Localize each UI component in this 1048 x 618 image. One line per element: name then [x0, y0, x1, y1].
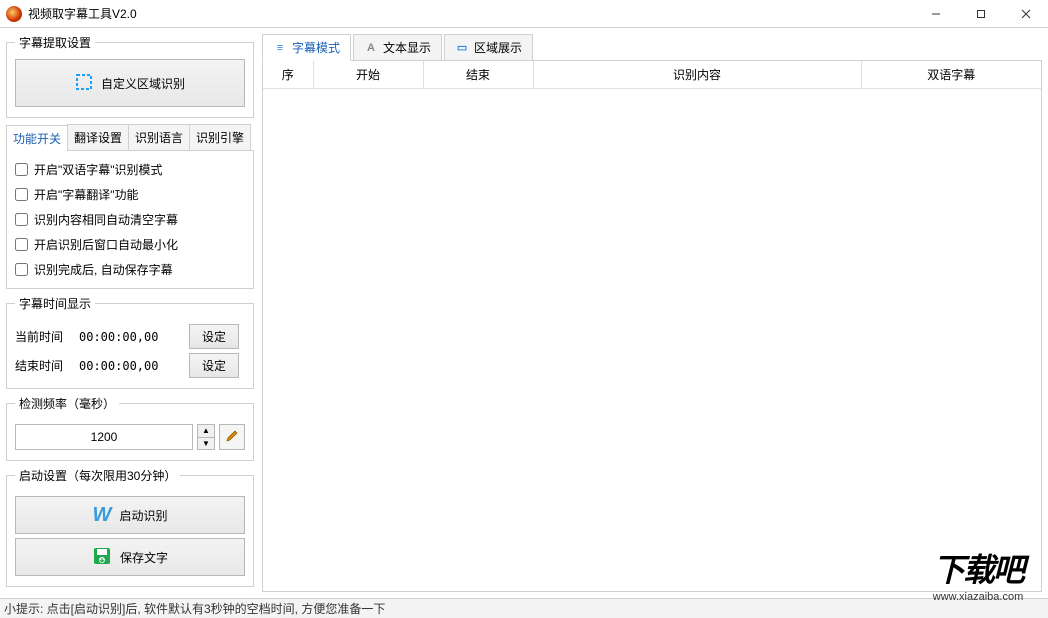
launch-group: 启动设置（每次限用30分钟） W 启动识别 保存文字: [6, 467, 254, 587]
maximize-button[interactable]: [958, 0, 1003, 27]
option-row-1[interactable]: 开启"字幕翻译"功能: [15, 186, 245, 203]
time-display-group: 字幕时间显示 当前时间00:00:00,00设定结束时间00:00:00,00设…: [6, 295, 254, 389]
time-label: 结束时间: [15, 357, 69, 374]
detect-freq-legend: 检测频率（毫秒）: [15, 395, 119, 412]
option-label: 开启识别后窗口自动最小化: [34, 236, 178, 253]
freq-edit-button[interactable]: [219, 424, 245, 450]
time-value: 00:00:00,00: [79, 330, 179, 344]
status-bar: 小提示: 点击[启动识别]后, 软件默认有3秒钟的空档时间, 方便您准备一下: [0, 598, 1048, 618]
option-checkbox-3[interactable]: [15, 238, 28, 251]
view-tab-2[interactable]: ▭ 区域展示: [444, 34, 533, 61]
save-label: 保存文字: [120, 549, 168, 566]
minimize-button[interactable]: [913, 0, 958, 27]
time-set-button-0[interactable]: 设定: [189, 324, 239, 349]
option-label: 识别完成后, 自动保存字幕: [34, 261, 173, 278]
view-tab-0[interactable]: ≡ 字幕模式: [262, 34, 351, 61]
column-header-3[interactable]: 识别内容: [533, 61, 861, 89]
table-body-empty: [263, 89, 1041, 589]
option-row-4[interactable]: 识别完成后, 自动保存字幕: [15, 261, 245, 278]
time-display-legend: 字幕时间显示: [15, 295, 95, 312]
tab-label: 区域展示: [474, 39, 522, 56]
window-title: 视频取字幕工具V2.0: [28, 5, 913, 22]
option-label: 开启"双语字幕"识别模式: [34, 161, 163, 178]
subtitle-table[interactable]: 序开始结束识别内容双语字幕: [262, 60, 1042, 592]
option-checkbox-1[interactable]: [15, 188, 28, 201]
start-label: 启动识别: [119, 507, 167, 524]
start-icon: W: [93, 504, 112, 527]
left-panel: 字幕提取设置 自定义区域识别 功能开关翻译设置识别语言识别引擎 开启"双语字幕"…: [0, 28, 262, 598]
custom-area-label: 自定义区域识别: [101, 75, 185, 92]
tab-icon: ≡: [273, 41, 287, 55]
status-text: 小提示: 点击[启动识别]后, 软件默认有3秒钟的空档时间, 方便您准备一下: [4, 600, 385, 617]
save-text-button[interactable]: 保存文字: [15, 538, 245, 576]
freq-spinner[interactable]: ▲ ▼: [197, 424, 215, 450]
column-header-1[interactable]: 开始: [313, 61, 423, 89]
settings-tab-1[interactable]: 翻译设置: [67, 124, 129, 150]
time-row-1: 结束时间 00:00:00,00 设定: [15, 353, 245, 378]
spin-down-icon[interactable]: ▼: [198, 438, 214, 450]
time-set-button-1[interactable]: 设定: [189, 353, 239, 378]
column-header-4[interactable]: 双语字幕: [861, 61, 1041, 89]
launch-legend: 启动设置（每次限用30分钟）: [15, 467, 180, 484]
start-recognize-button[interactable]: W 启动识别: [15, 496, 245, 534]
extract-settings-group: 字幕提取设置 自定义区域识别: [6, 34, 254, 118]
column-header-2[interactable]: 结束: [423, 61, 533, 89]
custom-area-button[interactable]: 自定义区域识别: [15, 59, 245, 107]
spin-up-icon[interactable]: ▲: [198, 425, 214, 438]
tab-icon: A: [364, 41, 378, 55]
tab-label: 字幕模式: [292, 39, 340, 56]
option-row-3[interactable]: 开启识别后窗口自动最小化: [15, 236, 245, 253]
option-row-2[interactable]: 识别内容相同自动清空字幕: [15, 211, 245, 228]
titlebar: 视频取字幕工具V2.0: [0, 0, 1048, 28]
time-row-0: 当前时间 00:00:00,00 设定: [15, 324, 245, 349]
view-tab-1[interactable]: A 文本显示: [353, 34, 442, 61]
tab-icon: ▭: [455, 41, 469, 55]
freq-input[interactable]: [15, 424, 193, 450]
settings-tabs: 功能开关翻译设置识别语言识别引擎 开启"双语字幕"识别模式开启"字幕翻译"功能识…: [6, 124, 254, 289]
tab-label: 文本显示: [383, 39, 431, 56]
settings-tab-3[interactable]: 识别引擎: [189, 124, 251, 150]
column-header-0[interactable]: 序: [263, 61, 313, 89]
detect-freq-group: 检测频率（毫秒） ▲ ▼: [6, 395, 254, 461]
time-label: 当前时间: [15, 328, 69, 345]
selection-icon: [75, 73, 93, 94]
time-value: 00:00:00,00: [79, 359, 179, 373]
settings-tab-0[interactable]: 功能开关: [6, 125, 68, 151]
pencil-icon: [225, 429, 239, 446]
option-checkbox-4[interactable]: [15, 263, 28, 276]
app-icon: [6, 6, 22, 22]
option-label: 开启"字幕翻译"功能: [34, 186, 139, 203]
close-button[interactable]: [1003, 0, 1048, 27]
option-checkbox-0[interactable]: [15, 163, 28, 176]
settings-tab-2[interactable]: 识别语言: [128, 124, 190, 150]
right-panel: ≡ 字幕模式 A 文本显示 ▭ 区域展示 序开始结束识别内容双语字幕: [262, 28, 1048, 598]
option-row-0[interactable]: 开启"双语字幕"识别模式: [15, 161, 245, 178]
save-icon: [92, 546, 112, 569]
option-label: 识别内容相同自动清空字幕: [34, 211, 178, 228]
option-checkbox-2[interactable]: [15, 213, 28, 226]
extract-settings-legend: 字幕提取设置: [15, 34, 95, 51]
